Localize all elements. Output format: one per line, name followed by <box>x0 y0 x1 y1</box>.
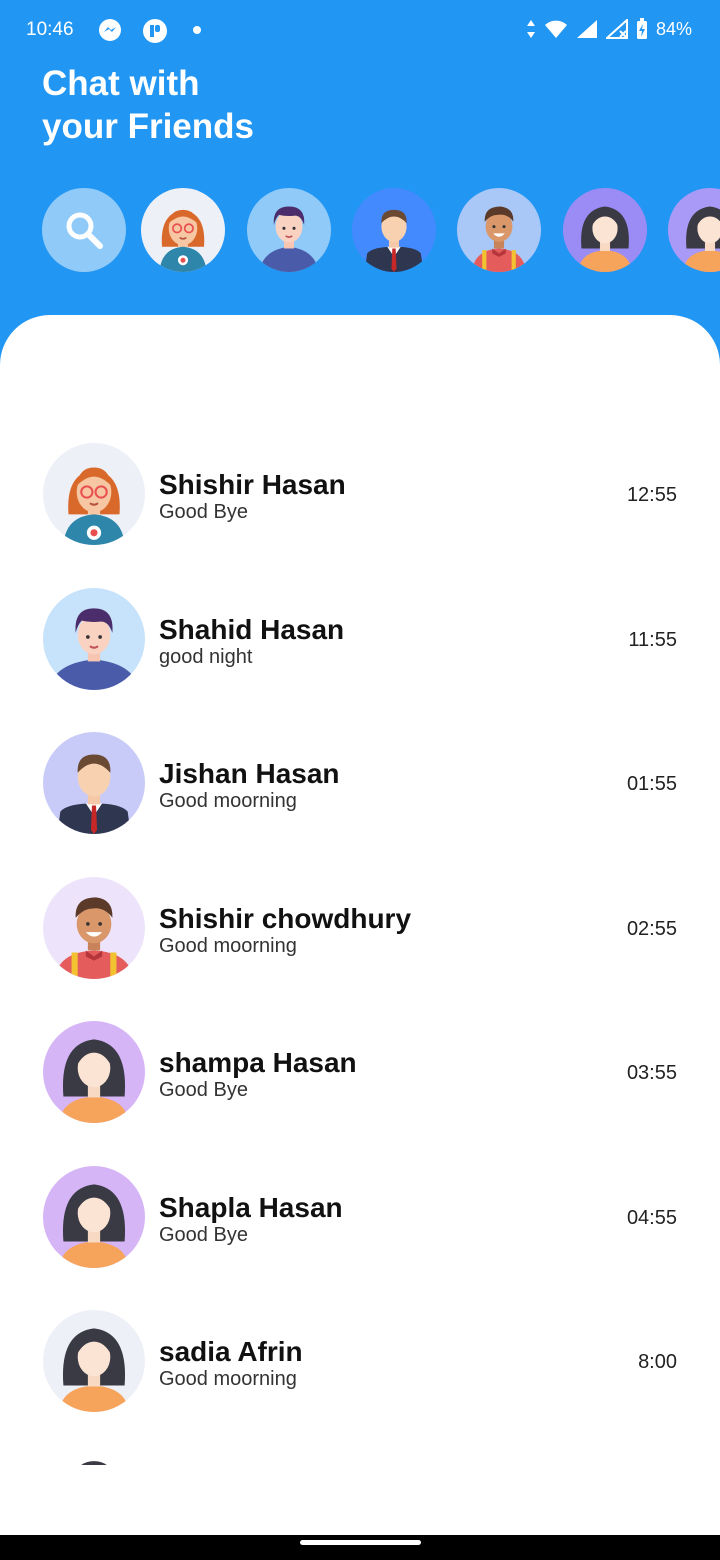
last-message: Good Bye <box>159 1079 248 1101</box>
last-message: Good Bye <box>159 1224 248 1246</box>
contact-name: Shahid Hasan <box>159 614 345 645</box>
status-bar: 10:46 84% <box>0 0 720 62</box>
last-message: good night <box>159 646 253 668</box>
chat-item[interactable]: Jishan Hasan Good moorning 01:55 <box>0 724 720 869</box>
contact-name: Shapla Hasan <box>159 1192 343 1223</box>
chat-panel: Shishir Hasan Good Bye 12:55 Shahid Hasa… <box>0 315 720 1535</box>
chat-list[interactable]: Shishir Hasan Good Bye 12:55 Shahid Hasa… <box>0 435 720 1465</box>
man-suit-avatar <box>364 209 424 272</box>
last-message: Good moorning <box>159 1368 297 1390</box>
chat-item[interactable]: Shishir Hasan Good Bye 12:55 <box>0 435 720 580</box>
girl-glasses-avatar <box>63 467 125 545</box>
contact-name: shampa Hasan <box>159 1047 357 1078</box>
message-time: 8:00 <box>638 1351 677 1373</box>
title-line-2: your Friends <box>42 107 254 146</box>
page-title: Chat with your Friends <box>42 62 254 148</box>
story-avatar-1[interactable] <box>141 188 225 272</box>
battery-charging-icon <box>636 18 648 40</box>
contact-name: Shishir chowdhury <box>159 903 412 934</box>
home-gesture-handle[interactable] <box>300 1540 421 1545</box>
message-time: 01:55 <box>626 773 677 795</box>
boy-purple-avatar <box>49 608 139 690</box>
chat-item[interactable]: Shahid Hasan good night 11:55 <box>0 580 720 725</box>
avatar <box>43 732 145 834</box>
contact-name: Jishan Hasan <box>159 758 340 789</box>
last-message: Good moorning <box>159 935 297 957</box>
avatar <box>43 443 145 545</box>
chat-item[interactable] <box>0 1447 720 1465</box>
contact-name: sadia Afrin <box>159 1336 303 1367</box>
app-icon <box>142 18 167 43</box>
stories-row <box>42 188 720 274</box>
partial-avatar <box>81 1461 107 1465</box>
man-suspenders-avatar <box>55 897 133 979</box>
woman-dark-hair-avatar <box>59 1328 129 1412</box>
avatar <box>43 1310 145 1412</box>
title-line-1: Chat with <box>42 64 200 103</box>
woman-dark-hair-avatar <box>683 206 720 272</box>
girl-glasses-avatar <box>159 209 207 272</box>
last-message: Good moorning <box>159 790 297 812</box>
man-suit-avatar <box>57 754 131 834</box>
search-icon <box>42 188 126 272</box>
chat-item[interactable]: shampa Hasan Good Bye 03:55 <box>0 1013 720 1158</box>
message-time: 12:55 <box>626 484 677 506</box>
messenger-icon <box>98 18 122 42</box>
avatar <box>43 877 145 979</box>
message-time: 02:55 <box>626 918 677 940</box>
boy-purple-avatar <box>259 206 319 272</box>
chat-item[interactable]: sadia Afrin Good moorning 8:00 <box>0 1302 720 1447</box>
system-nav-bar <box>0 1535 720 1560</box>
man-suspenders-avatar <box>472 206 526 272</box>
woman-dark-hair-avatar <box>59 1184 129 1268</box>
woman-dark-hair-avatar <box>59 1039 129 1123</box>
chat-item[interactable]: Shapla Hasan Good Bye 04:55 <box>0 1158 720 1303</box>
avatar <box>43 588 145 690</box>
chat-item[interactable]: Shishir chowdhury Good moorning 02:55 <box>0 869 720 1014</box>
story-avatar-3[interactable] <box>352 188 436 272</box>
battery-percent: 84% <box>655 18 692 39</box>
story-avatar-4[interactable] <box>457 188 541 272</box>
last-message: Good Bye <box>159 501 248 523</box>
message-time: 03:55 <box>626 1062 677 1084</box>
status-time: 10:46 <box>26 19 74 40</box>
message-time: 04:55 <box>626 1207 677 1229</box>
story-avatar-2[interactable] <box>247 188 331 272</box>
search-button[interactable] <box>42 188 126 272</box>
story-avatar-5[interactable] <box>563 188 647 272</box>
woman-dark-hair-avatar <box>578 206 632 272</box>
avatar <box>43 1021 145 1123</box>
contact-name: Shishir Hasan <box>159 469 346 500</box>
story-avatar-6[interactable] <box>668 188 720 272</box>
signal-icon <box>576 19 598 39</box>
wifi-icon <box>544 19 568 39</box>
signal-x-icon <box>605 19 628 39</box>
dot-icon <box>193 26 201 34</box>
avatar <box>43 1455 145 1465</box>
message-time: 11:55 <box>628 629 677 651</box>
status-icons: 84% <box>526 18 692 40</box>
avatar <box>43 1166 145 1268</box>
data-arrows-icon <box>526 19 536 39</box>
